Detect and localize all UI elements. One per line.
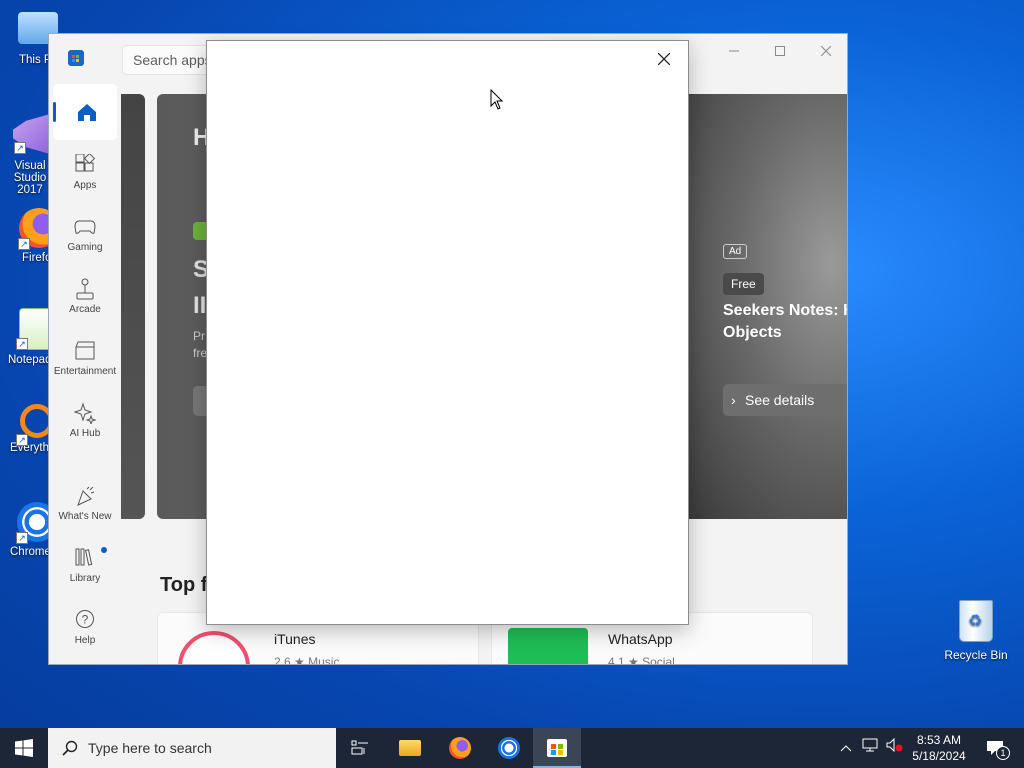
- chrome-icon: [498, 737, 520, 759]
- price-badge: Free: [723, 273, 764, 295]
- maximize-icon: [775, 46, 785, 56]
- clock-time: 8:53 AM: [916, 733, 962, 747]
- hero-title: Seekers Notes: H Objects: [723, 302, 848, 341]
- windows-logo-icon: [15, 739, 33, 757]
- nav-item-label: Gaming: [67, 242, 103, 253]
- chevron-right-icon: ›: [731, 392, 736, 408]
- notification-center-button[interactable]: 1: [980, 728, 1010, 768]
- hero-prev-card[interactable]: [121, 94, 145, 519]
- store-icon: [547, 739, 567, 757]
- nav-item-help[interactable]: ? Help: [53, 609, 117, 646]
- see-details-label: See details: [745, 392, 815, 408]
- clapperboard-icon: [53, 340, 117, 366]
- app-meta: 2.6 ★ Music: [274, 655, 340, 665]
- nav-item-label: Arcade: [69, 304, 101, 315]
- svg-text:?: ?: [82, 613, 89, 627]
- mouse-cursor-icon: [490, 89, 504, 110]
- search-placeholder: Search apps: [133, 52, 212, 68]
- whatsapp-icon: [508, 628, 588, 664]
- nav-item-label: AI Hub: [69, 428, 101, 439]
- section-title: Top f: [160, 574, 208, 596]
- search-icon: [62, 740, 78, 756]
- nav-item-label: Apps: [73, 180, 97, 191]
- update-dot-badge: [101, 547, 107, 553]
- network-icon: [862, 738, 878, 752]
- shortcut-arrow-icon: ↗: [16, 532, 28, 544]
- task-view-icon: [351, 740, 368, 755]
- help-icon: ?: [53, 609, 117, 635]
- nav-item-home[interactable]: [53, 84, 117, 140]
- clock[interactable]: 8:53 AM 5/18/2024: [908, 728, 970, 768]
- nav-item-entertainment[interactable]: Entertainment: [53, 340, 117, 377]
- library-icon: [53, 547, 117, 573]
- close-window-button[interactable]: [803, 38, 847, 66]
- shortcut-arrow-icon: ↗: [18, 238, 30, 250]
- taskbar-file-explorer[interactable]: [386, 728, 434, 768]
- show-hidden-icons-button[interactable]: [836, 728, 856, 768]
- store-logo-icon: [68, 50, 84, 66]
- taskbar-store[interactable]: [533, 728, 581, 768]
- party-icon: [53, 485, 117, 511]
- notification-count-badge: 1: [996, 746, 1010, 760]
- nav-item-arcade[interactable]: Arcade: [53, 278, 117, 315]
- network-button[interactable]: [860, 728, 882, 768]
- itunes-icon: [178, 631, 250, 664]
- desktop-icon-recycle-bin[interactable]: ♻ Recycle Bin: [940, 600, 1012, 662]
- app-name: WhatsApp: [608, 631, 673, 647]
- close-icon: [820, 45, 832, 57]
- nav-item-label: Library: [69, 573, 101, 584]
- shortcut-arrow-icon: ↗: [14, 142, 26, 154]
- nav-item-label: Help: [74, 635, 96, 646]
- gamepad-icon: [53, 216, 117, 242]
- minimize-icon: [729, 50, 739, 52]
- app-name: iTunes: [274, 631, 316, 647]
- taskbar-search-placeholder: Type here to search: [88, 740, 212, 756]
- chevron-up-icon: [840, 745, 852, 752]
- start-button[interactable]: [0, 728, 48, 768]
- see-details-button[interactable]: › See details: [723, 384, 847, 416]
- nav-item-ai-hub[interactable]: AI Hub: [53, 402, 117, 439]
- app-meta: 4.1 ★ Social: [608, 655, 675, 665]
- taskbar: Type here to search 8:53 AM 5/18/2024 1: [0, 728, 1024, 768]
- sparkle-icon: [53, 402, 117, 428]
- taskbar-chrome[interactable]: [485, 728, 533, 768]
- minimize-button[interactable]: [711, 38, 757, 66]
- joystick-icon: [53, 278, 117, 304]
- apps-icon: [53, 152, 117, 180]
- taskbar-firefox[interactable]: [436, 728, 484, 768]
- shortcut-arrow-icon: ↗: [16, 338, 28, 350]
- hero-left-subtitle: Pr fre: [193, 329, 208, 360]
- maximize-button[interactable]: [757, 38, 803, 66]
- hero-left-badge: [193, 222, 207, 240]
- nav-item-library[interactable]: Library: [53, 547, 117, 584]
- task-view-button[interactable]: [336, 728, 384, 768]
- home-icon: [78, 104, 96, 121]
- dialog-close-button[interactable]: [652, 47, 676, 71]
- shortcut-arrow-icon: ↗: [16, 434, 28, 446]
- close-icon: [657, 52, 671, 66]
- nav-item-apps[interactable]: Apps: [53, 152, 117, 191]
- folder-icon: [399, 740, 421, 756]
- firefox-icon: [449, 737, 471, 759]
- blank-dialog: [206, 40, 689, 625]
- clock-date: 5/18/2024: [912, 749, 966, 763]
- nav-item-gaming[interactable]: Gaming: [53, 216, 117, 253]
- nav-item-label: What's New: [58, 511, 112, 522]
- volume-button[interactable]: [884, 728, 906, 768]
- recycle-bin-icon: ♻: [959, 600, 993, 642]
- active-indicator: [53, 102, 56, 122]
- desktop-icon-label: Recycle Bin: [944, 648, 1008, 662]
- volume-muted-icon: [886, 737, 903, 753]
- hero-left-button[interactable]: [193, 386, 207, 416]
- ad-badge: Ad: [723, 244, 748, 259]
- nav-item-label: Entertainment: [53, 366, 117, 377]
- nav-item-whats-new[interactable]: What's New: [53, 485, 117, 522]
- taskbar-search-input[interactable]: Type here to search: [48, 728, 336, 768]
